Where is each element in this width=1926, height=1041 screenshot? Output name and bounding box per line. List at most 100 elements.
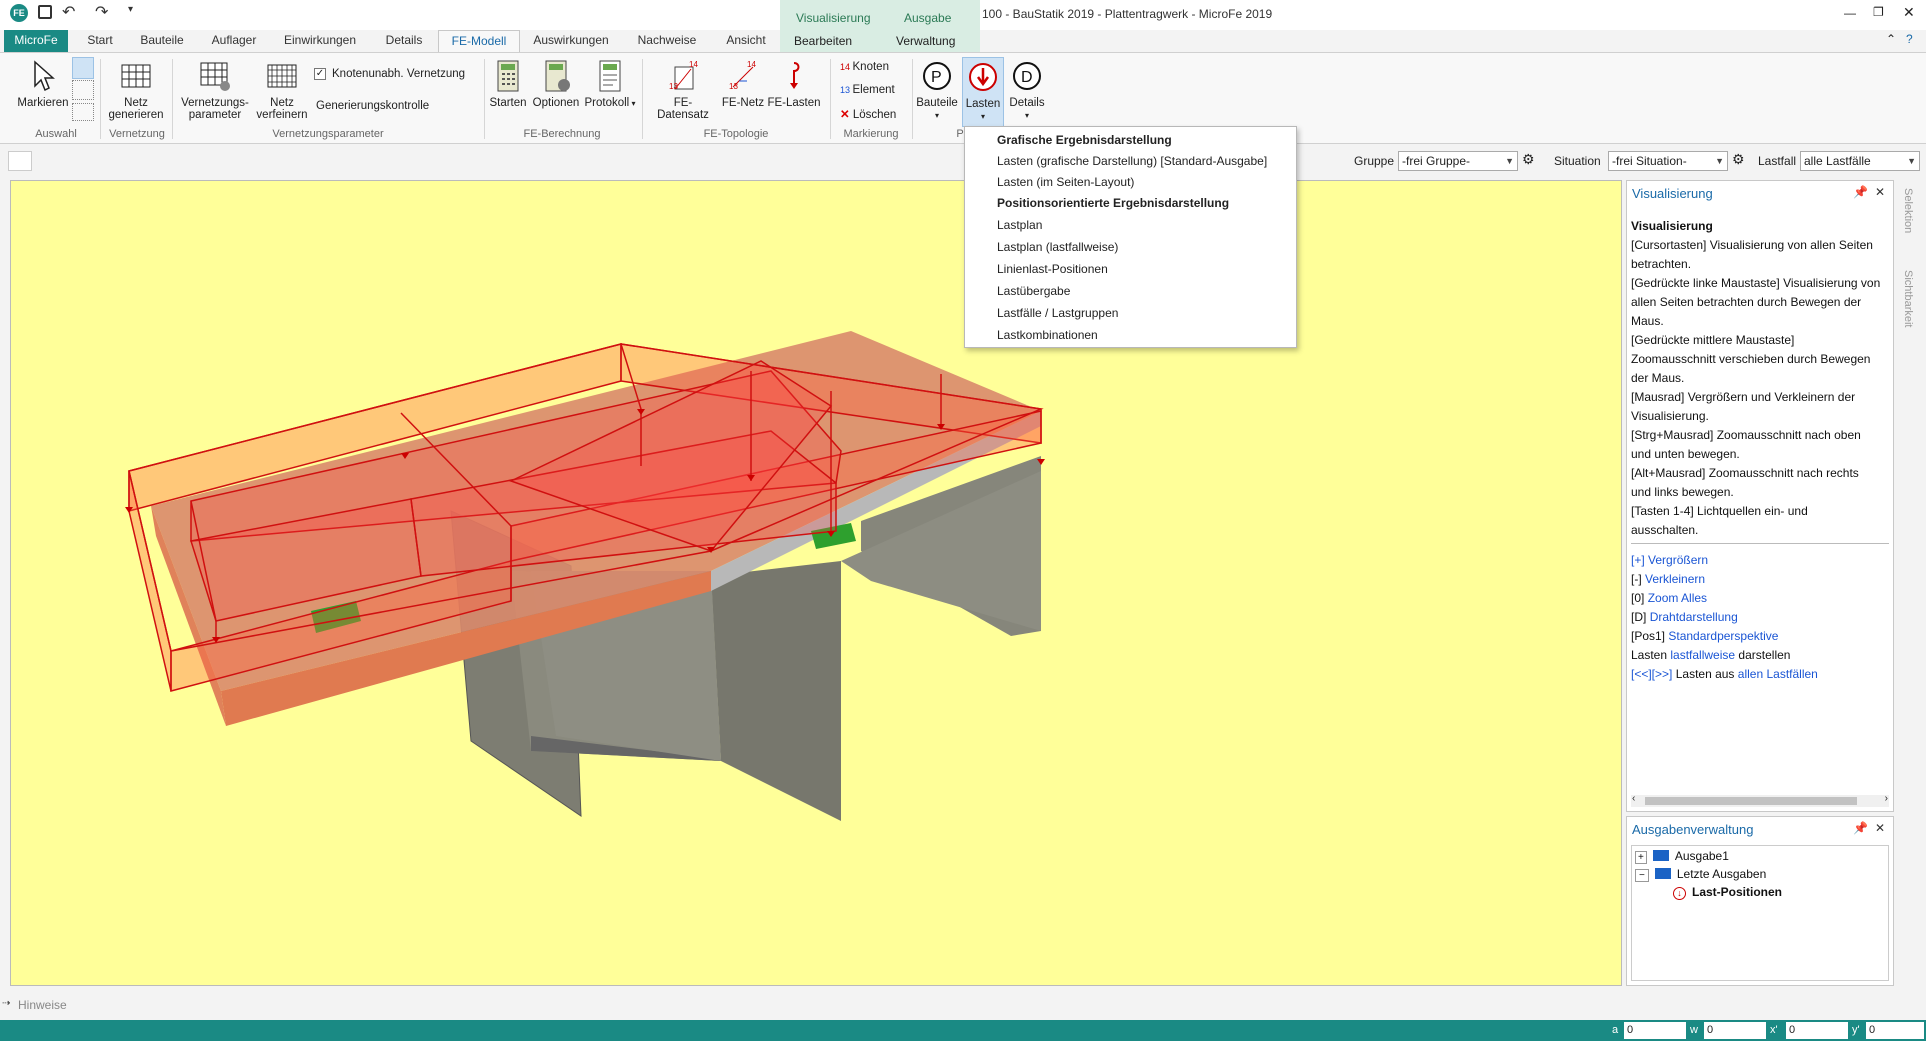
tab-nachweise[interactable]: Nachweise: [632, 30, 702, 52]
help-line: [Gedrückte linke Maustaste] Visualisieru…: [1631, 276, 1881, 290]
menu-item-positionsorientierte: Positionsorientierte Ergebnisdarstellung: [997, 196, 1230, 210]
tab-sichtbarkeit[interactable]: Sichtbarkeit: [1902, 270, 1914, 327]
tab-selektion[interactable]: Selektion: [1902, 188, 1914, 233]
netz-verfeinern-button[interactable]: Netz verfeinern: [252, 59, 312, 121]
lasten-output-button[interactable]: Lasten ▾: [962, 57, 1004, 127]
horizontal-scrollbar[interactable]: ‹ ›: [1631, 793, 1889, 807]
select-mode2-icon[interactable]: [72, 80, 94, 100]
pin-icon[interactable]: 📌: [1853, 821, 1868, 835]
3d-viewport[interactable]: [10, 180, 1622, 986]
knoten-button[interactable]: 14 Knoten: [840, 61, 889, 73]
hinweise-tab[interactable]: Hinweise: [18, 998, 67, 1012]
select-mode3-icon[interactable]: [72, 103, 94, 121]
markieren-button[interactable]: Markieren: [12, 59, 74, 109]
collapse-minus-icon[interactable]: −: [1635, 869, 1649, 882]
tree-item-letzte-ausgaben[interactable]: − Letzte Ausgaben: [1635, 867, 1766, 882]
gruppe-select[interactable]: -frei Gruppe- ▼: [1398, 151, 1518, 171]
netz-generieren-button[interactable]: Netz generieren: [104, 59, 168, 121]
tab-bearbeiten[interactable]: Bearbeiten: [794, 34, 852, 48]
close-panel-icon[interactable]: ✕: [1875, 185, 1885, 199]
menu-item-lasten-seiten-layout[interactable]: Lasten (im Seiten-Layout): [997, 175, 1134, 189]
scroll-left-icon[interactable]: ‹: [1632, 793, 1635, 804]
undo-icon[interactable]: ↶: [62, 2, 75, 22]
help-line: [Alt+Mausrad] Zoomausschnitt nach rechts: [1631, 466, 1859, 480]
tree-item-last-positionen[interactable]: ↓ Last-Positionen: [1673, 885, 1782, 900]
knoten-icon: 14: [840, 62, 853, 72]
help-links: [+] Vergrößern [-] Verkleinern [0] Zoom …: [1631, 553, 1818, 681]
menu-item-lastkombinationen[interactable]: Lastkombinationen: [997, 328, 1098, 342]
group-label-vernetzungsparameter: Vernetzungsparameter: [272, 128, 384, 140]
details-output-button[interactable]: D Details ▾: [1006, 59, 1048, 122]
gruppe-settings-icon[interactable]: ⚙: [1522, 151, 1535, 168]
knotenunabh-checkbox[interactable]: ✓: [314, 68, 326, 80]
optionen-button[interactable]: Optionen: [530, 59, 582, 109]
customize-icon[interactable]: ▾: [128, 4, 133, 15]
link-allen-lastfaellen[interactable]: allen Lastfällen: [1738, 667, 1818, 681]
tab-visualisierung[interactable]: Visualisierung: [796, 11, 871, 25]
pin-icon[interactable]: 📌: [1853, 185, 1868, 199]
small-input[interactable]: [8, 151, 32, 171]
status-w-field: 0: [1704, 1022, 1766, 1039]
vernetzungsparameter-button[interactable]: Vernetzungs- parameter: [178, 59, 252, 121]
link-drahtdarstellung[interactable]: Drahtdarstellung: [1650, 610, 1738, 624]
lastfall-select[interactable]: alle Lastfälle ▼: [1800, 151, 1920, 171]
situation-settings-icon[interactable]: ⚙: [1732, 151, 1745, 168]
redo-icon[interactable]: ↷: [95, 2, 108, 22]
tab-ausgabe[interactable]: Ausgabe: [904, 11, 951, 25]
calculator-settings-icon: [545, 60, 570, 92]
gruppe-label: Gruppe: [1354, 154, 1395, 168]
link-standardperspektive[interactable]: Standardperspektive: [1668, 629, 1778, 643]
help-line: Visualisierung.: [1631, 409, 1709, 423]
link-zoom-alles[interactable]: Zoom Alles: [1648, 591, 1707, 605]
link-vergroessern[interactable]: Vergrößern: [1648, 553, 1708, 567]
group-label-fe-berechnung: FE-Berechnung: [523, 128, 601, 140]
link-lastfallweise[interactable]: lastfallweise: [1670, 648, 1735, 662]
generierungskontrolle-button[interactable]: Generierungskontrolle: [316, 100, 429, 112]
fe-netz-button[interactable]: 13 14 FE-Netz: [720, 59, 766, 109]
tab-auswirkungen[interactable]: Auswirkungen: [528, 30, 614, 52]
menu-item-lastuebergabe[interactable]: Lastübergabe: [997, 284, 1070, 298]
scroll-right-icon[interactable]: ›: [1885, 793, 1888, 804]
fe-datensatz-button[interactable]: 13 14 FE-Datensatz: [648, 59, 718, 121]
situation-select[interactable]: -frei Situation- ▼: [1608, 151, 1728, 171]
starten-button[interactable]: Starten: [488, 59, 528, 109]
save-icon[interactable]: [38, 5, 52, 19]
tab-microfe[interactable]: MicroFe: [4, 30, 68, 52]
close-panel-icon[interactable]: ✕: [1875, 821, 1885, 835]
svg-text:P: P: [931, 69, 942, 86]
protokoll-button[interactable]: Protokoll ▾: [584, 59, 636, 110]
restore-icon[interactable]: ❐: [1873, 5, 1884, 19]
link-nav-lastfaelle[interactable]: [<<][>>]: [1631, 667, 1672, 681]
menu-item-linienlast-positionen[interactable]: Linienlast-Positionen: [997, 262, 1108, 276]
bauteile-output-button[interactable]: P Bauteile ▾: [914, 59, 960, 122]
tab-ansicht[interactable]: Ansicht: [718, 30, 774, 52]
tab-details[interactable]: Details: [378, 30, 430, 52]
tab-start[interactable]: Start: [80, 30, 120, 52]
menu-item-lastplan-lastfallweise[interactable]: Lastplan (lastfallweise): [997, 240, 1118, 254]
menu-item-lasten-grafisch[interactable]: Lasten (grafische Darstellung) [Standard…: [997, 154, 1267, 168]
expand-plus-icon[interactable]: +: [1635, 851, 1647, 864]
wall-front: [711, 561, 841, 821]
element-button[interactable]: 13 Element: [840, 84, 895, 96]
knotenunabh-label: Knotenunabh. Vernetzung: [332, 68, 466, 80]
scrollbar-thumb[interactable]: [1645, 797, 1857, 805]
menu-item-lastfaelle-lastgruppen[interactable]: Lastfälle / Lastgruppen: [997, 306, 1118, 320]
link-verkleinern[interactable]: Verkleinern: [1645, 572, 1705, 586]
select-mode-icon[interactable]: [72, 57, 94, 79]
tab-auflager[interactable]: Auflager: [206, 30, 262, 52]
close-window-icon[interactable]: ✕: [1903, 4, 1915, 21]
tab-einwirkungen[interactable]: Einwirkungen: [280, 30, 360, 52]
collapse-ribbon-icon[interactable]: ⌃: [1886, 32, 1896, 46]
menu-item-lastplan[interactable]: Lastplan: [997, 218, 1042, 232]
status-y-field: 0: [1866, 1022, 1924, 1039]
fe-lasten-button[interactable]: FE-Lasten: [766, 59, 822, 109]
tab-bauteile[interactable]: Bauteile: [134, 30, 190, 52]
tree-item-ausgabe1[interactable]: + Ausgabe1: [1635, 849, 1729, 864]
loeschen-button[interactable]: ✕ Löschen: [840, 107, 896, 121]
tab-fe-modell[interactable]: FE-Modell: [438, 30, 520, 52]
hinweise-pin-icon[interactable]: ⇢: [2, 998, 10, 1009]
minimize-icon[interactable]: —: [1844, 6, 1856, 20]
help-icon[interactable]: ?: [1906, 32, 1913, 46]
tab-verwaltung[interactable]: Verwaltung: [896, 34, 955, 48]
status-y-label: y': [1852, 1024, 1860, 1036]
